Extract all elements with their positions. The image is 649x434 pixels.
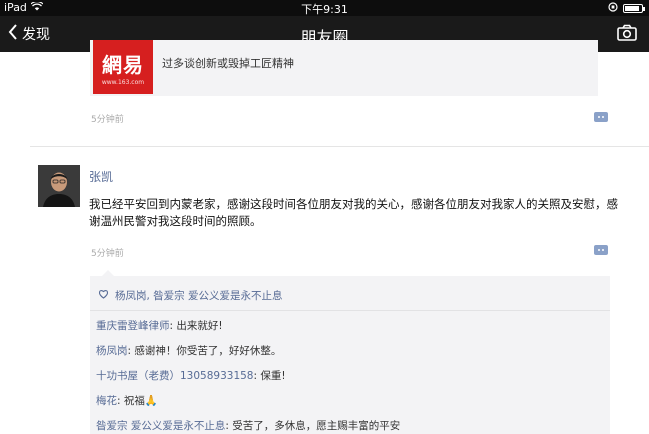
comment-text: : 出来就好! — [169, 320, 223, 332]
news-logo: 網易 — [102, 52, 144, 77]
comment-icon[interactable] — [594, 245, 608, 255]
comment-author[interactable]: 梅花 — [96, 395, 117, 407]
post-time: 5分钟前 — [91, 249, 124, 259]
comments-box: 杨凤岗, 昝爱宗 爱公义爱是永不止息 重庆雷登峰律师: 出来就好! 杨凤岗: 感… — [90, 270, 610, 434]
status-time: 下午9:31 — [301, 3, 348, 16]
heart-icon — [98, 289, 109, 302]
post-text: 我已经平安回到内蒙老家，感谢这段时间各位朋友对我的关心，感谢各位朋友对我家人的关… — [89, 197, 618, 228]
news-thumbnail: 網易 www.163.com — [93, 40, 153, 94]
comment-item[interactable]: 重庆雷登峰律师: 出来就好! — [96, 318, 223, 333]
likes-divider — [90, 310, 610, 311]
news-url: www.163.com — [101, 78, 145, 86]
comment-icon[interactable] — [594, 112, 608, 122]
post-author[interactable]: 张凯 — [89, 168, 113, 185]
battery-icon — [623, 4, 645, 13]
comment-text: : 保重! — [253, 370, 286, 382]
post-time: 5分钟前 — [91, 115, 124, 125]
status-bar: iPad 下午9:31 — [0, 0, 649, 16]
comment-author[interactable]: 重庆雷登峰律师 — [96, 320, 170, 332]
comment-text: : 受苦了，多休息，愿主赐丰富的平安 — [225, 420, 401, 432]
comment-item[interactable]: 昝爱宗 爱公义爱是永不止息: 受苦了，多休息，愿主赐丰富的平安 — [96, 418, 400, 433]
camera-button[interactable] — [617, 24, 637, 45]
comment-item[interactable]: 十功书屋（老费）13058933158: 保重! — [96, 368, 286, 383]
post-divider — [30, 146, 649, 147]
comment-author[interactable]: 杨凤岗 — [96, 345, 128, 357]
likes-row: 杨凤岗, 昝爱宗 爱公义爱是永不止息 — [98, 288, 283, 303]
likes-names[interactable]: 杨凤岗, 昝爱宗 爱公义爱是永不止息 — [115, 288, 283, 303]
shared-link-title: 过多谈创新或毁掉工匠精神 — [162, 57, 294, 70]
camera-icon — [617, 24, 637, 41]
orientation-lock-icon — [608, 2, 618, 15]
comment-text: : 祝福🙏 — [117, 395, 158, 407]
comment-item[interactable]: 梅花: 祝福🙏 — [96, 393, 158, 408]
comment-author[interactable]: 十功书屋（老费）13058933158 — [96, 370, 253, 382]
comment-text: : 感谢神！你受苦了，好好休整。 — [127, 345, 282, 357]
avatar[interactable] — [38, 165, 80, 207]
comment-author[interactable]: 昝爱宗 爱公义爱是永不止息 — [96, 420, 225, 432]
comment-item[interactable]: 杨凤岗: 感谢神！你受苦了，好好休整。 — [96, 343, 281, 358]
shared-link-card[interactable]: 網易 www.163.com 过多谈创新或毁掉工匠精神 — [90, 40, 598, 96]
